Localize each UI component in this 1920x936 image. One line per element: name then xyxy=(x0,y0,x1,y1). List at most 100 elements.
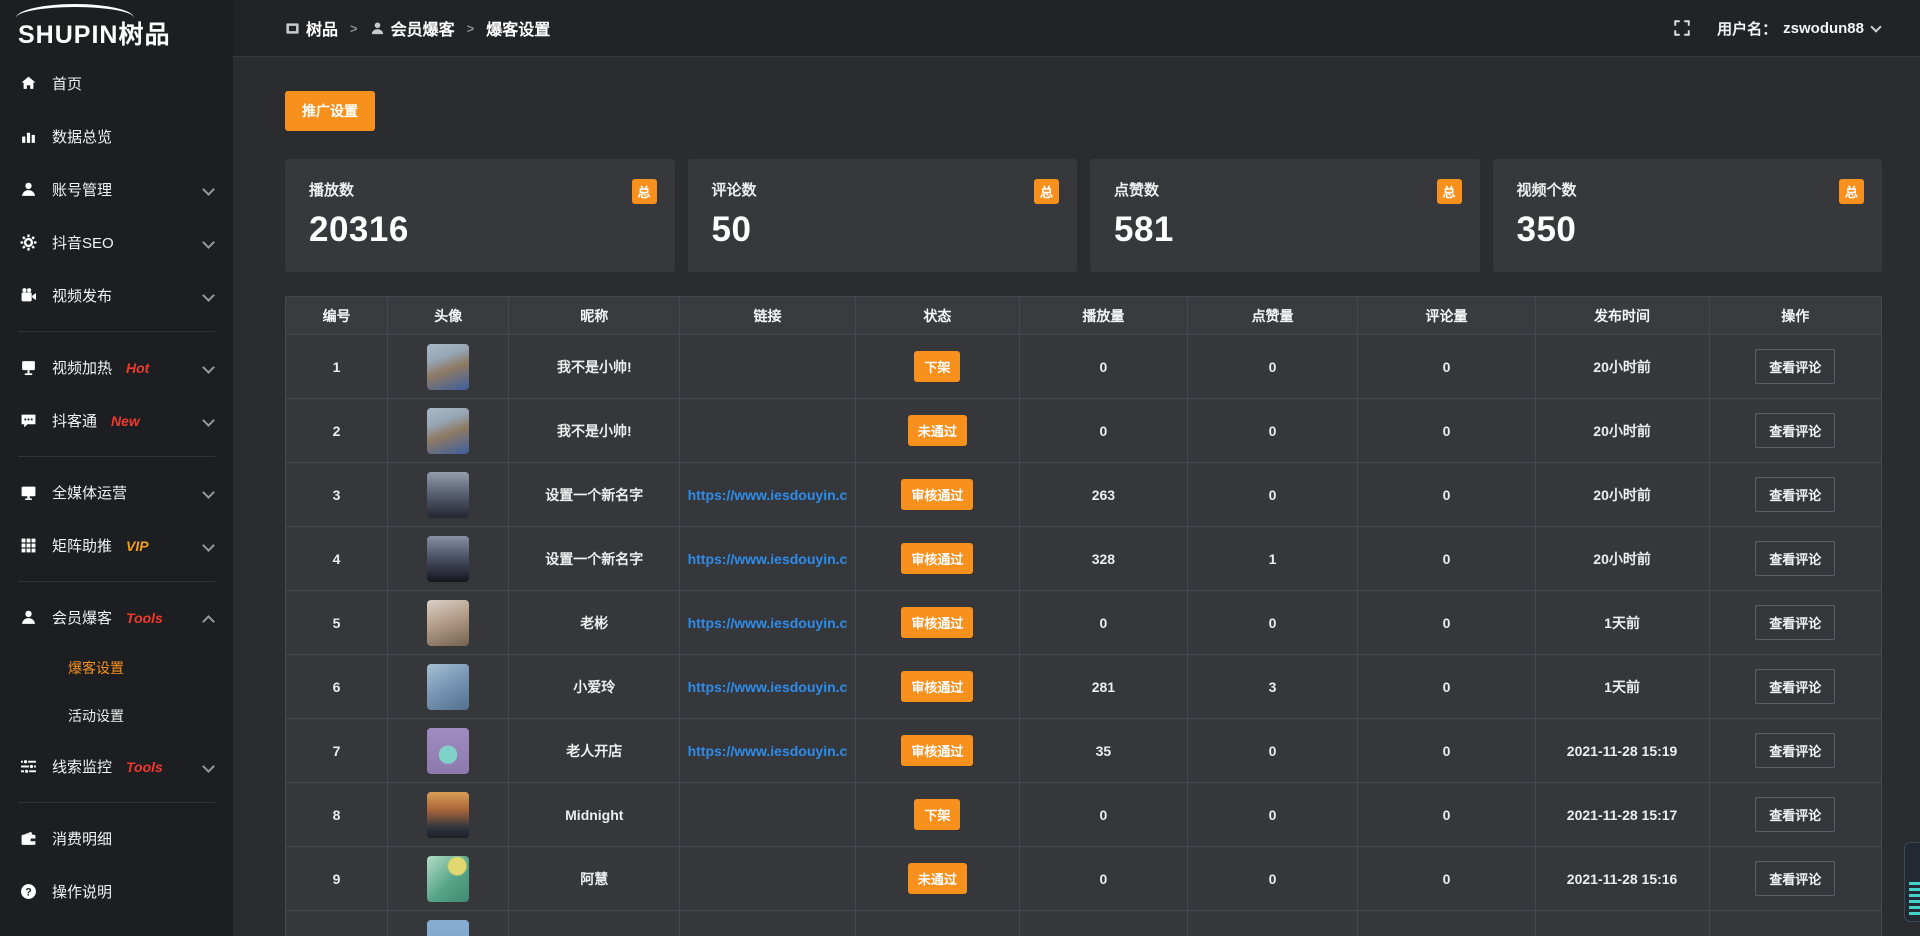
stat-value: 50 xyxy=(712,210,1060,250)
sidebar-divider xyxy=(18,581,215,582)
cell-plays: 35 xyxy=(1020,719,1188,783)
cell-link: https://www.iesdouyin.c xyxy=(680,591,856,655)
status-badge[interactable]: 下架 xyxy=(914,799,960,830)
user-menu[interactable]: 用户名： zswodun88 xyxy=(1717,18,1882,39)
cell-action: 查看评论 xyxy=(1709,655,1881,719)
view-comments-button[interactable]: 查看评论 xyxy=(1755,541,1835,576)
status-badge[interactable]: 审核通过 xyxy=(901,671,973,702)
sidebar-item-data-overview[interactable]: 数据总览 xyxy=(0,110,233,163)
username-value: zswodun88 xyxy=(1783,20,1864,37)
status-badge[interactable]: 审核通过 xyxy=(901,543,973,574)
chevron-down-icon xyxy=(203,291,213,301)
tools-badge: Tools xyxy=(126,759,163,775)
status-badge[interactable]: 未通过 xyxy=(908,863,967,894)
app-logo[interactable]: SHUPIN树品 xyxy=(0,0,233,57)
topbar: 树品 > 会员爆客 > 爆客设置 用户名： zswodun88 xyxy=(233,0,1920,57)
cell-avatar xyxy=(388,847,509,911)
video-link[interactable]: https://www.iesdouyin.c xyxy=(688,679,848,695)
svg-text:?: ? xyxy=(25,886,31,898)
cell-comments: 0 xyxy=(1358,335,1535,399)
video-link[interactable]: https://www.iesdouyin.c xyxy=(688,615,848,631)
view-comments-button[interactable]: 查看评论 xyxy=(1755,797,1835,832)
sidebar-item-matrix-boost[interactable]: 矩阵助推 VIP xyxy=(0,519,233,572)
view-comments-button[interactable]: 查看评论 xyxy=(1755,477,1835,512)
cell-likes: 0 xyxy=(1187,591,1358,655)
sidebar-item-video-publish[interactable]: 视频发布 xyxy=(0,269,233,322)
stat-value: 581 xyxy=(1114,210,1462,250)
cell-time: 1天前 xyxy=(1535,591,1709,655)
logo-text: SHUPIN树品 xyxy=(18,15,170,51)
sidebar-item-help[interactable]: ? 操作说明 xyxy=(0,865,233,918)
cell-action xyxy=(1709,911,1881,936)
sidebar-item-seo[interactable]: 抖音SEO xyxy=(0,216,233,269)
breadcrumb-home[interactable]: 树品 xyxy=(285,16,338,40)
col-header-status: 状态 xyxy=(855,297,1019,335)
avatar xyxy=(427,792,469,838)
fullscreen-icon[interactable] xyxy=(1673,19,1691,37)
status-badge[interactable]: 下架 xyxy=(914,351,960,382)
cell-plays: 0 xyxy=(1020,847,1188,911)
main-area: 树品 > 会员爆客 > 爆客设置 用户名： zswodun88 推广设置 xyxy=(233,0,1920,936)
help-icon: ? xyxy=(20,883,37,900)
chat-icon xyxy=(20,412,37,429)
view-comments-button[interactable]: 查看评论 xyxy=(1755,349,1835,384)
sidebar-item-video-heat[interactable]: 视频加热 Hot xyxy=(0,341,233,394)
view-comments-button[interactable]: 查看评论 xyxy=(1755,669,1835,704)
cell-likes: 0 xyxy=(1187,847,1358,911)
cell-comments: 0 xyxy=(1358,527,1535,591)
total-badge: 总 xyxy=(1034,179,1059,204)
sidebar-divider xyxy=(18,456,215,457)
view-comments-button[interactable]: 查看评论 xyxy=(1755,733,1835,768)
sidebar-item-home[interactable]: 首页 xyxy=(0,57,233,110)
stat-card-plays: 播放数 总 20316 xyxy=(285,159,675,272)
sidebar-item-label: 矩阵助推 xyxy=(52,535,112,556)
cell-comments: 0 xyxy=(1358,463,1535,527)
view-comments-button[interactable]: 查看评论 xyxy=(1755,861,1835,896)
status-badge[interactable]: 审核通过 xyxy=(901,607,973,638)
sidebar-item-account[interactable]: 账号管理 xyxy=(0,163,233,216)
cell-action: 查看评论 xyxy=(1709,335,1881,399)
sidebar-item-media-ops[interactable]: 全媒体运营 xyxy=(0,466,233,519)
sidebar-item-clue-monitor[interactable]: 线索监控 Tools xyxy=(0,740,233,793)
view-comments-button[interactable]: 查看评论 xyxy=(1755,413,1835,448)
cell-plays: 328 xyxy=(1020,527,1188,591)
sidebar-item-douketong[interactable]: 抖客通 New xyxy=(0,394,233,447)
status-badge[interactable]: 审核通过 xyxy=(901,479,973,510)
cell-nickname: 老彬 xyxy=(509,591,680,655)
sidebar-item-spend-detail[interactable]: 消费明细 xyxy=(0,812,233,865)
sidebar-item-label: 会员爆客 xyxy=(52,607,112,628)
sidebar-item-member-baoke[interactable]: 会员爆客 Tools xyxy=(0,591,233,644)
sidebar-item-label: 账号管理 xyxy=(52,179,112,200)
chevron-up-icon xyxy=(203,613,213,623)
video-link[interactable]: https://www.iesdouyin.c xyxy=(688,551,848,567)
col-header-link: 链接 xyxy=(680,297,856,335)
table-header-row: 编号 头像 昵称 链接 状态 播放量 点赞量 评论量 发布时间 操作 xyxy=(286,297,1882,335)
video-icon xyxy=(20,287,37,304)
view-comments-button[interactable]: 查看评论 xyxy=(1755,605,1835,640)
cell-status xyxy=(855,911,1019,936)
video-link[interactable]: https://www.iesdouyin.c xyxy=(688,743,848,759)
breadcrumb-section-label: 会员爆客 xyxy=(391,16,455,40)
promo-settings-button[interactable]: 推广设置 xyxy=(285,91,375,131)
status-badge[interactable]: 未通过 xyxy=(908,415,967,446)
cell-link: https://www.iesdouyin.c xyxy=(680,463,856,527)
cell-link xyxy=(680,335,856,399)
cell-plays: 0 xyxy=(1020,399,1188,463)
floating-widget[interactable] xyxy=(1904,842,1920,922)
sidebar-subitem-activity-settings[interactable]: 活动设置 xyxy=(0,692,233,740)
sliders-icon xyxy=(20,758,37,775)
cell-id: 6 xyxy=(286,655,388,719)
videos-table: 编号 头像 昵称 链接 状态 播放量 点赞量 评论量 发布时间 操作 1 xyxy=(285,296,1882,936)
video-link[interactable]: https://www.iesdouyin.c xyxy=(688,487,848,503)
sidebar-subitem-baoke-settings[interactable]: 爆客设置 xyxy=(0,644,233,692)
cell-action: 查看评论 xyxy=(1709,719,1881,783)
gear-icon xyxy=(20,234,37,251)
cell-comments: 0 xyxy=(1358,655,1535,719)
table-row: 6 小爱玲 https://www.iesdouyin.c 审核通过 281 3… xyxy=(286,655,1882,719)
status-badge[interactable]: 审核通过 xyxy=(901,735,973,766)
avatar xyxy=(427,344,469,390)
cell-avatar xyxy=(388,719,509,783)
cell-action: 查看评论 xyxy=(1709,783,1881,847)
cell-link xyxy=(680,399,856,463)
breadcrumb-section[interactable]: 会员爆客 xyxy=(370,16,455,40)
